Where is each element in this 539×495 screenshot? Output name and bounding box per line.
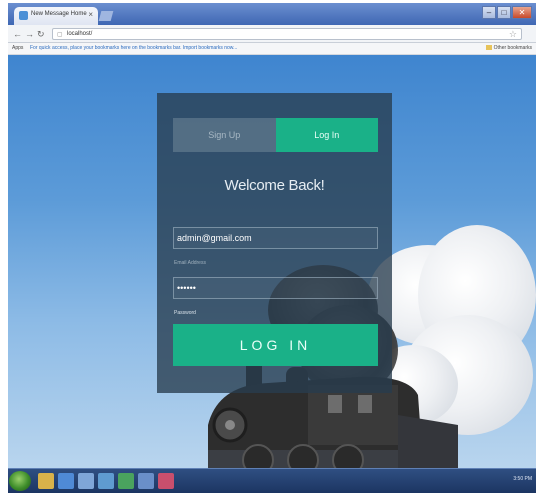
page-viewport: Sign Up Log In Welcome Back! admin@gmail… [8, 55, 536, 468]
page-title: Welcome Back! [224, 177, 325, 194]
browser-toolbar: ← → ↻ ▢ localhost/ ☆ [8, 25, 536, 43]
close-tab-icon[interactable]: × [88, 10, 93, 20]
bookmarks-apps[interactable]: Apps [12, 45, 23, 51]
reload-icon[interactable]: ↻ [37, 29, 45, 39]
maximize-button[interactable]: □ [497, 6, 511, 19]
email-field[interactable]: admin@gmail.com [173, 227, 378, 249]
tab-signup[interactable]: Sign Up [173, 118, 276, 152]
screen: New Message Home × – □ ✕ ← → ↻ ▢ localho… [8, 3, 536, 493]
other-bookmarks[interactable]: Other bookmarks [485, 45, 532, 51]
star-icon[interactable]: ☆ [509, 29, 517, 39]
new-tab-button[interactable] [98, 11, 114, 21]
browser-tab[interactable]: New Message Home × [14, 7, 98, 25]
bookmarks-hint[interactable]: For quick access, place your bookmarks h… [30, 45, 237, 51]
login-panel: Sign Up Log In Welcome Back! admin@gmail… [157, 93, 392, 393]
system-clock[interactable]: 3:50 PM [513, 476, 532, 482]
auth-tabs: Sign Up Log In [173, 118, 378, 152]
back-icon[interactable]: ← [13, 29, 22, 39]
close-window-button[interactable]: ✕ [512, 6, 532, 19]
email-label: Email Address [174, 260, 206, 266]
password-label: Password [174, 310, 196, 316]
taskbar: 3:50 PM [8, 468, 536, 493]
email-value: admin@gmail.com [177, 233, 252, 243]
address-bar[interactable]: ▢ localhost/ ☆ [52, 28, 522, 40]
folder-icon [485, 45, 492, 50]
app-icon[interactable] [118, 473, 134, 489]
password-value: •••••• [177, 283, 196, 293]
forward-icon[interactable]: → [25, 29, 34, 39]
bookmarks-bar: Apps For quick access, place your bookma… [8, 43, 536, 55]
page-icon: ▢ [57, 32, 63, 38]
ie-icon[interactable] [58, 473, 74, 489]
password-field[interactable]: •••••• [173, 277, 378, 299]
favicon-icon [19, 11, 28, 20]
url-text: localhost/ [67, 31, 93, 37]
minimize-button[interactable]: – [482, 6, 496, 19]
windows-start-icon[interactable] [9, 471, 31, 491]
app-icon[interactable] [78, 473, 94, 489]
window-controls: – □ ✕ [482, 6, 532, 20]
app-icon[interactable] [138, 473, 154, 489]
tab-title: New Message Home [31, 11, 87, 17]
tab-login[interactable]: Log In [275, 118, 378, 152]
app-icon[interactable] [98, 473, 114, 489]
app-icon[interactable] [158, 473, 174, 489]
explorer-icon[interactable] [38, 473, 54, 489]
login-button[interactable]: LOG IN [173, 324, 378, 366]
browser-titlebar: New Message Home × – □ ✕ [8, 3, 536, 25]
other-bookmarks-label: Other bookmarks [493, 45, 532, 51]
